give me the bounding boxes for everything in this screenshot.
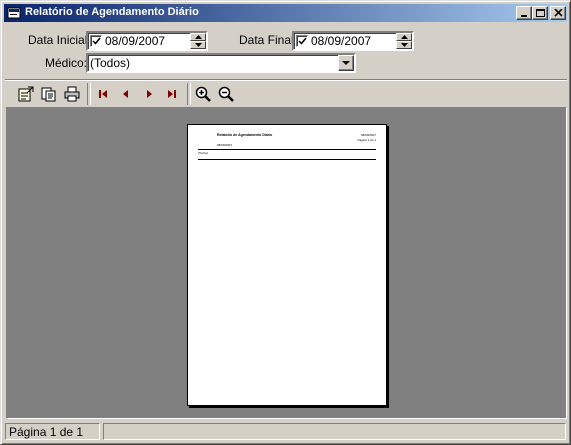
zoom-in-icon <box>195 86 211 102</box>
last-page-button[interactable] <box>161 83 183 105</box>
last-page-icon <box>168 90 176 98</box>
prev-page-button[interactable] <box>115 83 137 105</box>
zoom-out-icon <box>218 86 234 102</box>
checkmark-icon <box>298 37 307 45</box>
title-bar[interactable]: Relatório de Agendamento Diário <box>4 4 567 22</box>
doctor-dropdown-button[interactable] <box>338 55 354 71</box>
report-window: Relatório de Agendamento Diário Data Ini… <box>0 0 571 445</box>
page-indicator: Página 1 de 1 <box>9 425 84 439</box>
prev-page-icon <box>123 90 128 98</box>
end-date-spinner[interactable] <box>396 33 412 49</box>
start-date-value: 08/09/2007 <box>105 34 166 48</box>
report-page-date: 08/09/2007 <box>360 133 376 137</box>
maximize-button[interactable] <box>532 6 548 20</box>
start-date-label: Data Inicial: <box>28 33 91 47</box>
first-page-button[interactable] <box>92 83 114 105</box>
minimize-button[interactable] <box>516 6 532 20</box>
start-date-checkbox[interactable] <box>90 35 102 47</box>
start-date-spinner[interactable] <box>190 33 206 49</box>
open-report-button[interactable] <box>15 83 37 105</box>
end-date-picker[interactable]: 08/09/2007 <box>292 31 414 51</box>
next-page-button[interactable] <box>138 83 160 105</box>
report-divider <box>198 149 376 150</box>
first-page-icon <box>99 90 107 98</box>
spin-up-button[interactable] <box>396 33 412 41</box>
zoom-out-button[interactable] <box>215 83 237 105</box>
window-title: Relatório de Agendamento Diário <box>25 6 199 18</box>
doctor-select-value: (Todos) <box>90 56 131 70</box>
end-date-value: 08/09/2007 <box>311 34 372 48</box>
report-page-number: Página 1 de 1 <box>357 138 376 142</box>
zoom-in-button[interactable] <box>192 83 214 105</box>
preview-toolbar <box>5 79 567 106</box>
close-icon <box>554 9 563 17</box>
export-icon <box>41 87 56 102</box>
doctor-select[interactable]: (Todos) <box>86 53 356 73</box>
chevron-up-icon <box>401 35 408 39</box>
status-panel-page: Página 1 de 1 <box>5 423 100 440</box>
minimize-icon <box>521 15 527 17</box>
close-button[interactable] <box>550 6 566 20</box>
print-icon <box>64 86 80 102</box>
doctor-label: Médico: <box>45 56 88 70</box>
spin-down-button[interactable] <box>396 41 412 49</box>
next-page-icon <box>147 90 152 98</box>
spin-up-button[interactable] <box>190 33 206 41</box>
report-column-header-line <box>198 159 376 160</box>
chevron-up-icon <box>195 35 202 39</box>
checkmark-icon <box>92 37 101 45</box>
spin-down-button[interactable] <box>190 41 206 49</box>
end-date-label: Data Final: <box>239 33 298 47</box>
report-page-period: 08/09/2007 <box>217 143 233 147</box>
chevron-down-icon <box>401 43 408 47</box>
status-bar: Página 1 de 1 <box>4 422 567 440</box>
app-icon <box>7 7 21 19</box>
chevron-down-icon <box>195 43 202 47</box>
chevron-down-icon <box>342 61 350 65</box>
report-preview-area[interactable]: Relatório de Agendamento Diário 08/09/20… <box>6 107 567 419</box>
report-page-thumbnail: Relatório de Agendamento Diário 08/09/20… <box>187 124 387 406</box>
start-date-picker[interactable]: 08/09/2007 <box>86 31 208 51</box>
maximize-icon <box>536 9 545 17</box>
open-report-icon <box>18 86 34 102</box>
export-button[interactable] <box>38 83 60 105</box>
toolbar-separator <box>87 83 91 105</box>
toolbar-separator <box>187 83 191 105</box>
report-page-doctor: (Todos) <box>198 151 209 155</box>
report-page-title: Relatório de Agendamento Diário <box>217 133 273 137</box>
print-button[interactable] <box>61 83 83 105</box>
status-panel-empty <box>103 423 566 440</box>
end-date-checkbox[interactable] <box>296 35 308 47</box>
